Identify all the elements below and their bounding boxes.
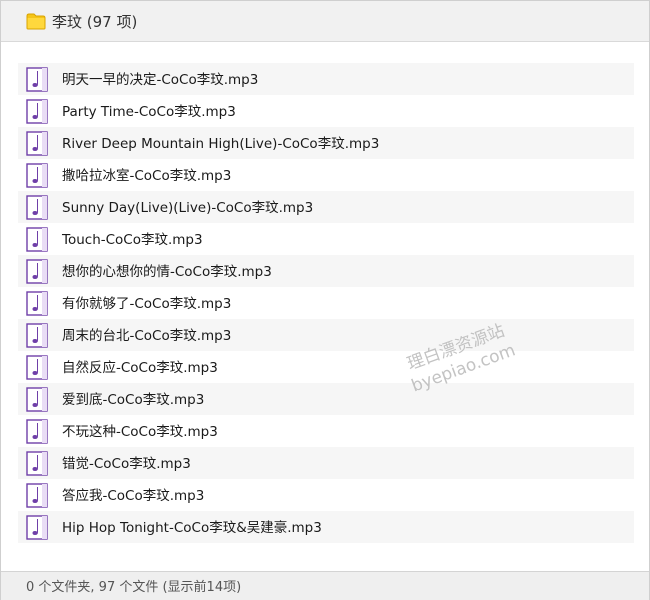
file-row[interactable]: Touch-CoCo李玟.mp3 [18,223,634,255]
file-list-window: 李玟 (97 项) 明天一早的决定-CoCo李玟.mp3 Party Time-C… [0,0,650,600]
status-text: 0 个文件夹, 97 个文件 (显示前14项) [26,580,242,595]
folder-header: 李玟 (97 项) [1,1,649,42]
file-name: 想你的心想你的情-CoCo李玟.mp3 [62,264,272,280]
file-name: 答应我-CoCo李玟.mp3 [62,488,205,504]
file-name: Touch-CoCo李玟.mp3 [62,232,203,248]
file-row[interactable]: 爱到底-CoCo李玟.mp3 [18,383,634,415]
music-file-icon [26,387,48,412]
file-name: River Deep Mountain High(Live)-CoCo李玟.mp… [62,136,380,152]
music-file-icon [26,195,48,220]
folder-icon [26,13,46,30]
file-row[interactable]: 错觉-CoCo李玟.mp3 [18,447,634,479]
file-row[interactable]: Hip Hop Tonight-CoCo李玟&吴建豪.mp3 [18,511,634,543]
file-name: Hip Hop Tonight-CoCo李玟&吴建豪.mp3 [62,520,322,536]
music-file-icon [26,515,48,540]
file-name: 撒哈拉冰室-CoCo李玟.mp3 [62,168,232,184]
file-list: 明天一早的决定-CoCo李玟.mp3 Party Time-CoCo李玟.mp3 R… [18,63,634,543]
music-file-icon [26,291,48,316]
file-name: 明天一早的决定-CoCo李玟.mp3 [62,72,259,88]
music-file-icon [26,259,48,284]
file-row[interactable]: 有你就够了-CoCo李玟.mp3 [18,287,634,319]
file-row[interactable]: 答应我-CoCo李玟.mp3 [18,479,634,511]
file-row[interactable]: Party Time-CoCo李玟.mp3 [18,95,634,127]
music-file-icon [26,419,48,444]
file-row[interactable]: 明天一早的决定-CoCo李玟.mp3 [18,63,634,95]
music-file-icon [26,227,48,252]
file-name: Party Time-CoCo李玟.mp3 [62,104,236,120]
file-name: 不玩这种-CoCo李玟.mp3 [62,424,218,440]
file-row[interactable]: 想你的心想你的情-CoCo李玟.mp3 [18,255,634,287]
status-bar: 0 个文件夹, 97 个文件 (显示前14项) [1,571,649,600]
file-name: 错觉-CoCo李玟.mp3 [62,456,191,472]
file-name: 周末的台北-CoCo李玟.mp3 [62,328,232,344]
music-file-icon [26,131,48,156]
file-row[interactable]: 不玩这种-CoCo李玟.mp3 [18,415,634,447]
file-name: 有你就够了-CoCo李玟.mp3 [62,296,232,312]
music-file-icon [26,451,48,476]
file-name: Sunny Day(Live)(Live)-CoCo李玟.mp3 [62,200,314,216]
file-row[interactable]: River Deep Mountain High(Live)-CoCo李玟.mp… [18,127,634,159]
file-name: 爱到底-CoCo李玟.mp3 [62,392,205,408]
music-file-icon [26,323,48,348]
music-file-icon [26,355,48,380]
file-row[interactable]: Sunny Day(Live)(Live)-CoCo李玟.mp3 [18,191,634,223]
music-file-icon [26,99,48,124]
music-file-icon [26,67,48,92]
file-name: 自然反应-CoCo李玟.mp3 [62,360,218,376]
file-row[interactable]: 撒哈拉冰室-CoCo李玟.mp3 [18,159,634,191]
folder-title: 李玟 (97 项) [52,13,138,31]
file-row[interactable]: 周末的台北-CoCo李玟.mp3 [18,319,634,351]
file-row[interactable]: 自然反应-CoCo李玟.mp3 [18,351,634,383]
music-file-icon [26,483,48,508]
music-file-icon [26,163,48,188]
